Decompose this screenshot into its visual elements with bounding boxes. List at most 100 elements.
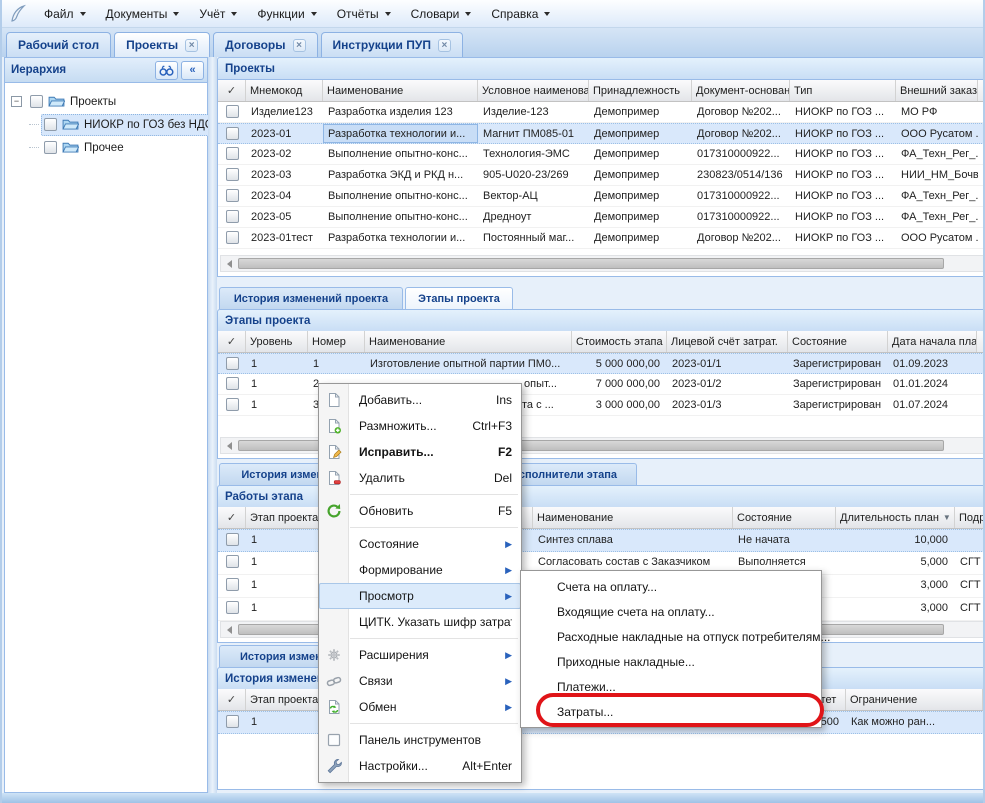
menu-item[interactable]: Настройки...Alt+Enter (319, 753, 521, 779)
menu-item[interactable]: Панель инструментов (319, 727, 521, 753)
menu-item[interactable]: ЦИТК. Указать шифр затрат... (319, 609, 521, 635)
menu-item[interactable]: Просмотр▶ (319, 583, 521, 609)
column-header[interactable]: Лицевой счёт затрат. (667, 331, 788, 352)
table-row[interactable]: 2023-04Выполнение опытно-конс...Вектор-А… (218, 186, 985, 207)
column-header[interactable]: Длительность план▼ (836, 507, 955, 528)
column-header[interactable]: Дата начала план (888, 331, 977, 352)
menubar-item[interactable]: Отчёты (327, 3, 401, 25)
menu-item[interactable]: Формирование▶ (319, 557, 521, 583)
menu-item[interactable]: УдалитьDel (319, 465, 521, 491)
column-header[interactable]: Наименование (323, 80, 478, 101)
row-checkbox[interactable] (226, 377, 239, 390)
column-header[interactable]: Подр (955, 507, 985, 528)
tree-node-box[interactable]: Проекты (27, 91, 122, 113)
menu-item[interactable]: Добавить...Ins (319, 387, 521, 413)
column-header[interactable]: Номер (308, 331, 365, 352)
menubar-item[interactable]: Функции (247, 3, 326, 25)
close-icon[interactable]: × (293, 39, 306, 52)
column-header[interactable]: Внешний заказчик (896, 80, 978, 101)
tree-checkbox[interactable] (30, 95, 43, 108)
panel-tab[interactable]: История изменений проекта (219, 287, 403, 309)
scrollbar-thumb[interactable] (238, 258, 944, 269)
menu-item[interactable]: ОбновитьF5 (319, 498, 521, 524)
menu-item[interactable]: Размножить...Ctrl+F3 (319, 413, 521, 439)
tree-expander-icon[interactable]: − (11, 96, 22, 107)
row-checkbox[interactable] (226, 231, 239, 244)
submenu-item[interactable]: Платежи... (521, 674, 821, 699)
column-header[interactable]: Мнемокод (246, 80, 323, 101)
scroll-left-icon[interactable] (227, 260, 232, 268)
column-header[interactable]: Уровень (246, 331, 308, 352)
submenu-item[interactable]: Расходные накладные на отпуск потребител… (521, 624, 821, 649)
tree-node-box[interactable]: НИОКР по ГОЗ без НДС (41, 114, 219, 136)
row-checkbox[interactable] (226, 398, 239, 411)
column-header[interactable]: Состояние (788, 331, 888, 352)
menu-item[interactable]: Исправить...F2 (319, 439, 521, 465)
submenu-item[interactable]: Счета на оплату... (521, 574, 821, 599)
row-checkbox[interactable] (226, 147, 239, 160)
row-checkbox[interactable] (226, 127, 239, 140)
row-checkbox[interactable] (226, 578, 239, 591)
collapse-left-icon[interactable]: « (181, 61, 204, 80)
row-checkbox[interactable] (226, 601, 239, 614)
menubar-item[interactable]: Файл (34, 3, 96, 25)
splitter[interactable] (208, 57, 217, 793)
column-header[interactable]: Документ-основан (692, 80, 790, 101)
column-header[interactable]: Тип (790, 80, 896, 101)
table-row[interactable]: 11Изготовление опытной партии ПМ0...5 00… (218, 353, 985, 374)
menubar-item[interactable]: Словари (401, 3, 482, 25)
workspace-tab[interactable]: Проекты× (114, 32, 210, 57)
close-icon[interactable]: × (185, 39, 198, 52)
table-row[interactable]: 2023-01тестРазработка технологии и...Пос… (218, 228, 985, 249)
scroll-left-icon[interactable] (227, 626, 232, 634)
workspace-tab[interactable]: Рабочий стол (6, 32, 111, 57)
tree-node[interactable]: −Проекты (5, 90, 207, 113)
row-checkbox[interactable] (226, 533, 239, 546)
menubar-item[interactable]: Документы (96, 3, 190, 25)
row-checkbox[interactable] (226, 168, 239, 181)
check-column-header[interactable]: ✓ (218, 507, 246, 528)
projects-hscrollbar[interactable] (220, 255, 984, 272)
table-row[interactable]: Изделие123Разработка изделия 123Изделие-… (218, 102, 985, 123)
column-header[interactable]: Принадлежность (589, 80, 692, 101)
tree-node[interactable]: Прочее (5, 136, 207, 159)
menu-item[interactable]: Состояние▶ (319, 531, 521, 557)
binoculars-icon[interactable] (155, 61, 178, 80)
check-column-header[interactable]: ✓ (218, 689, 246, 710)
tree-checkbox[interactable] (44, 118, 57, 131)
submenu-item[interactable]: Приходные накладные... (521, 649, 821, 674)
menu-item[interactable]: Обмен▶ (319, 694, 521, 720)
menubar-item[interactable]: Учёт (189, 3, 247, 25)
column-header[interactable]: Наименование (365, 331, 572, 352)
row-checkbox[interactable] (226, 555, 239, 568)
close-icon[interactable]: × (438, 39, 451, 52)
tree-node[interactable]: НИОКР по ГОЗ без НДС (5, 113, 207, 136)
column-header[interactable]: Наименование (533, 507, 733, 528)
column-header[interactable]: Состояние (733, 507, 836, 528)
column-header[interactable]: Условное наименова (478, 80, 589, 101)
column-header[interactable]: Стоимость этапа (572, 331, 667, 352)
row-checkbox[interactable] (226, 357, 239, 370)
column-header[interactable]: Ограничение (846, 689, 983, 710)
workspace-tab[interactable]: Договоры× (213, 32, 317, 57)
scroll-left-icon[interactable] (227, 442, 232, 450)
table-row[interactable]: 2023-05Выполнение опытно-конс...Дредноут… (218, 207, 985, 228)
row-checkbox[interactable] (226, 715, 239, 728)
row-checkbox[interactable] (226, 105, 239, 118)
check-column-header[interactable]: ✓ (218, 80, 246, 101)
table-row[interactable]: 2023-02Выполнение опытно-конс...Технолог… (218, 144, 985, 165)
check-column-header[interactable]: ✓ (218, 331, 246, 352)
table-row[interactable]: 2023-01Разработка технологии и...Магнит … (218, 123, 985, 144)
submenu-item[interactable]: Затраты... (521, 699, 821, 724)
submenu-item[interactable]: Входящие счета на оплату... (521, 599, 821, 624)
row-checkbox[interactable] (226, 189, 239, 202)
menu-item[interactable]: Связи▶ (319, 668, 521, 694)
workspace-tab[interactable]: Инструкции ПУП× (321, 32, 463, 57)
table-row[interactable]: 2023-03Разработка ЭКД и РКД н...905-U020… (218, 165, 985, 186)
row-checkbox[interactable] (226, 210, 239, 223)
panel-tab[interactable]: Этапы проекта (405, 287, 513, 309)
tree-node-box[interactable]: Прочее (41, 137, 130, 159)
tree-checkbox[interactable] (44, 141, 57, 154)
menubar-item[interactable]: Справка (481, 3, 560, 25)
menu-item[interactable]: Расширения▶ (319, 642, 521, 668)
